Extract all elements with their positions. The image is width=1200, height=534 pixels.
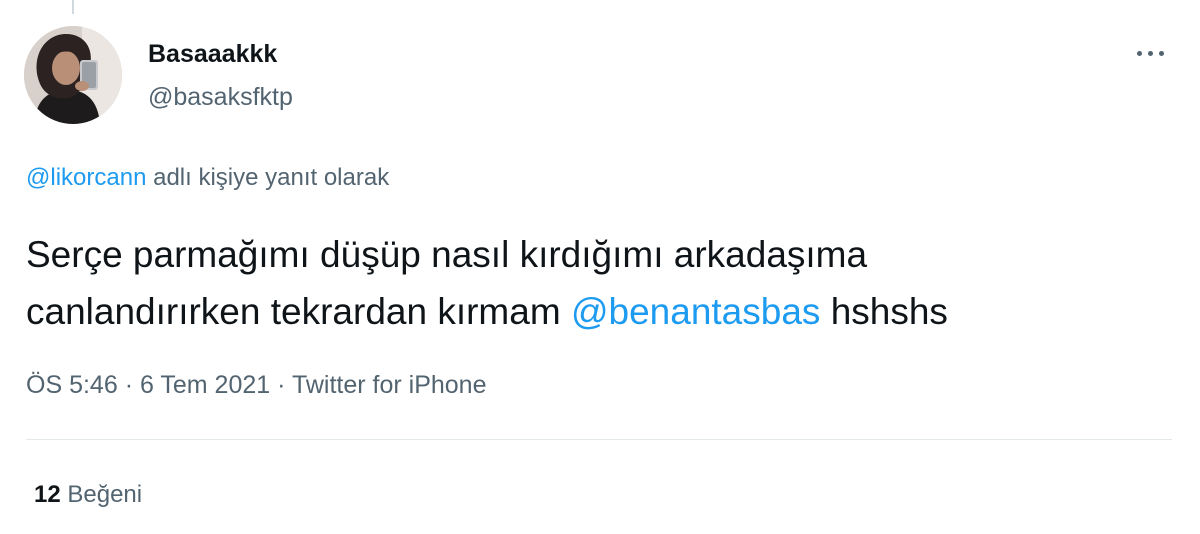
tweet-detail: Basaaakkk @basaksfktp @likorcann adlı ki… <box>0 0 1200 534</box>
tweet-text-line-1: Serçe parmağımı düşüp nasıl kırdığımı ar… <box>26 234 868 275</box>
tweet-text-line-2-prefix: canlandırırken tekrardan kırmam <box>26 291 561 332</box>
likes-count: 12 <box>34 481 61 508</box>
author-avatar[interactable] <box>24 26 122 124</box>
tweet-source-link[interactable]: Twitter for iPhone <box>292 371 487 399</box>
author-handle[interactable]: @basaksfktp <box>148 83 293 112</box>
meta-separator: · <box>277 371 286 399</box>
thread-connector-line <box>72 0 74 14</box>
tweet-metadata: ÖS 5:46 · 6 Tem 2021 · Twitter for iPhon… <box>26 371 486 400</box>
meta-separator: · <box>124 371 134 399</box>
likes-label: Beğeni <box>67 481 143 508</box>
tweet-mention-link[interactable]: @benantasbas <box>571 291 820 332</box>
tweet-time[interactable]: ÖS 5:46 <box>26 371 118 399</box>
author-display-name[interactable]: Basaaakkk <box>148 40 277 69</box>
reply-context: @likorcann adlı kişiye yanıt olarak <box>26 164 389 192</box>
reply-to-mention-link[interactable]: @likorcann <box>26 164 146 191</box>
user-avatar-icon <box>24 26 122 124</box>
tweet-text-line-2: canlandırırken tekrardan kırmam @benanta… <box>26 283 1176 340</box>
section-divider <box>26 439 1172 440</box>
more-options-button[interactable] <box>1128 38 1172 68</box>
tweet-text-line-2-suffix: hshshs <box>830 291 948 332</box>
likes-stat-link[interactable]: 12 Beğeni <box>34 481 142 509</box>
tweet-date[interactable]: 6 Tem 2021 <box>140 371 270 399</box>
more-horizontal-icon <box>1136 50 1164 56</box>
tweet-text: Serçe parmağımı düşüp nasıl kırdığımı ar… <box>26 226 1176 340</box>
reply-context-label: adlı kişiye yanıt olarak <box>153 164 390 191</box>
